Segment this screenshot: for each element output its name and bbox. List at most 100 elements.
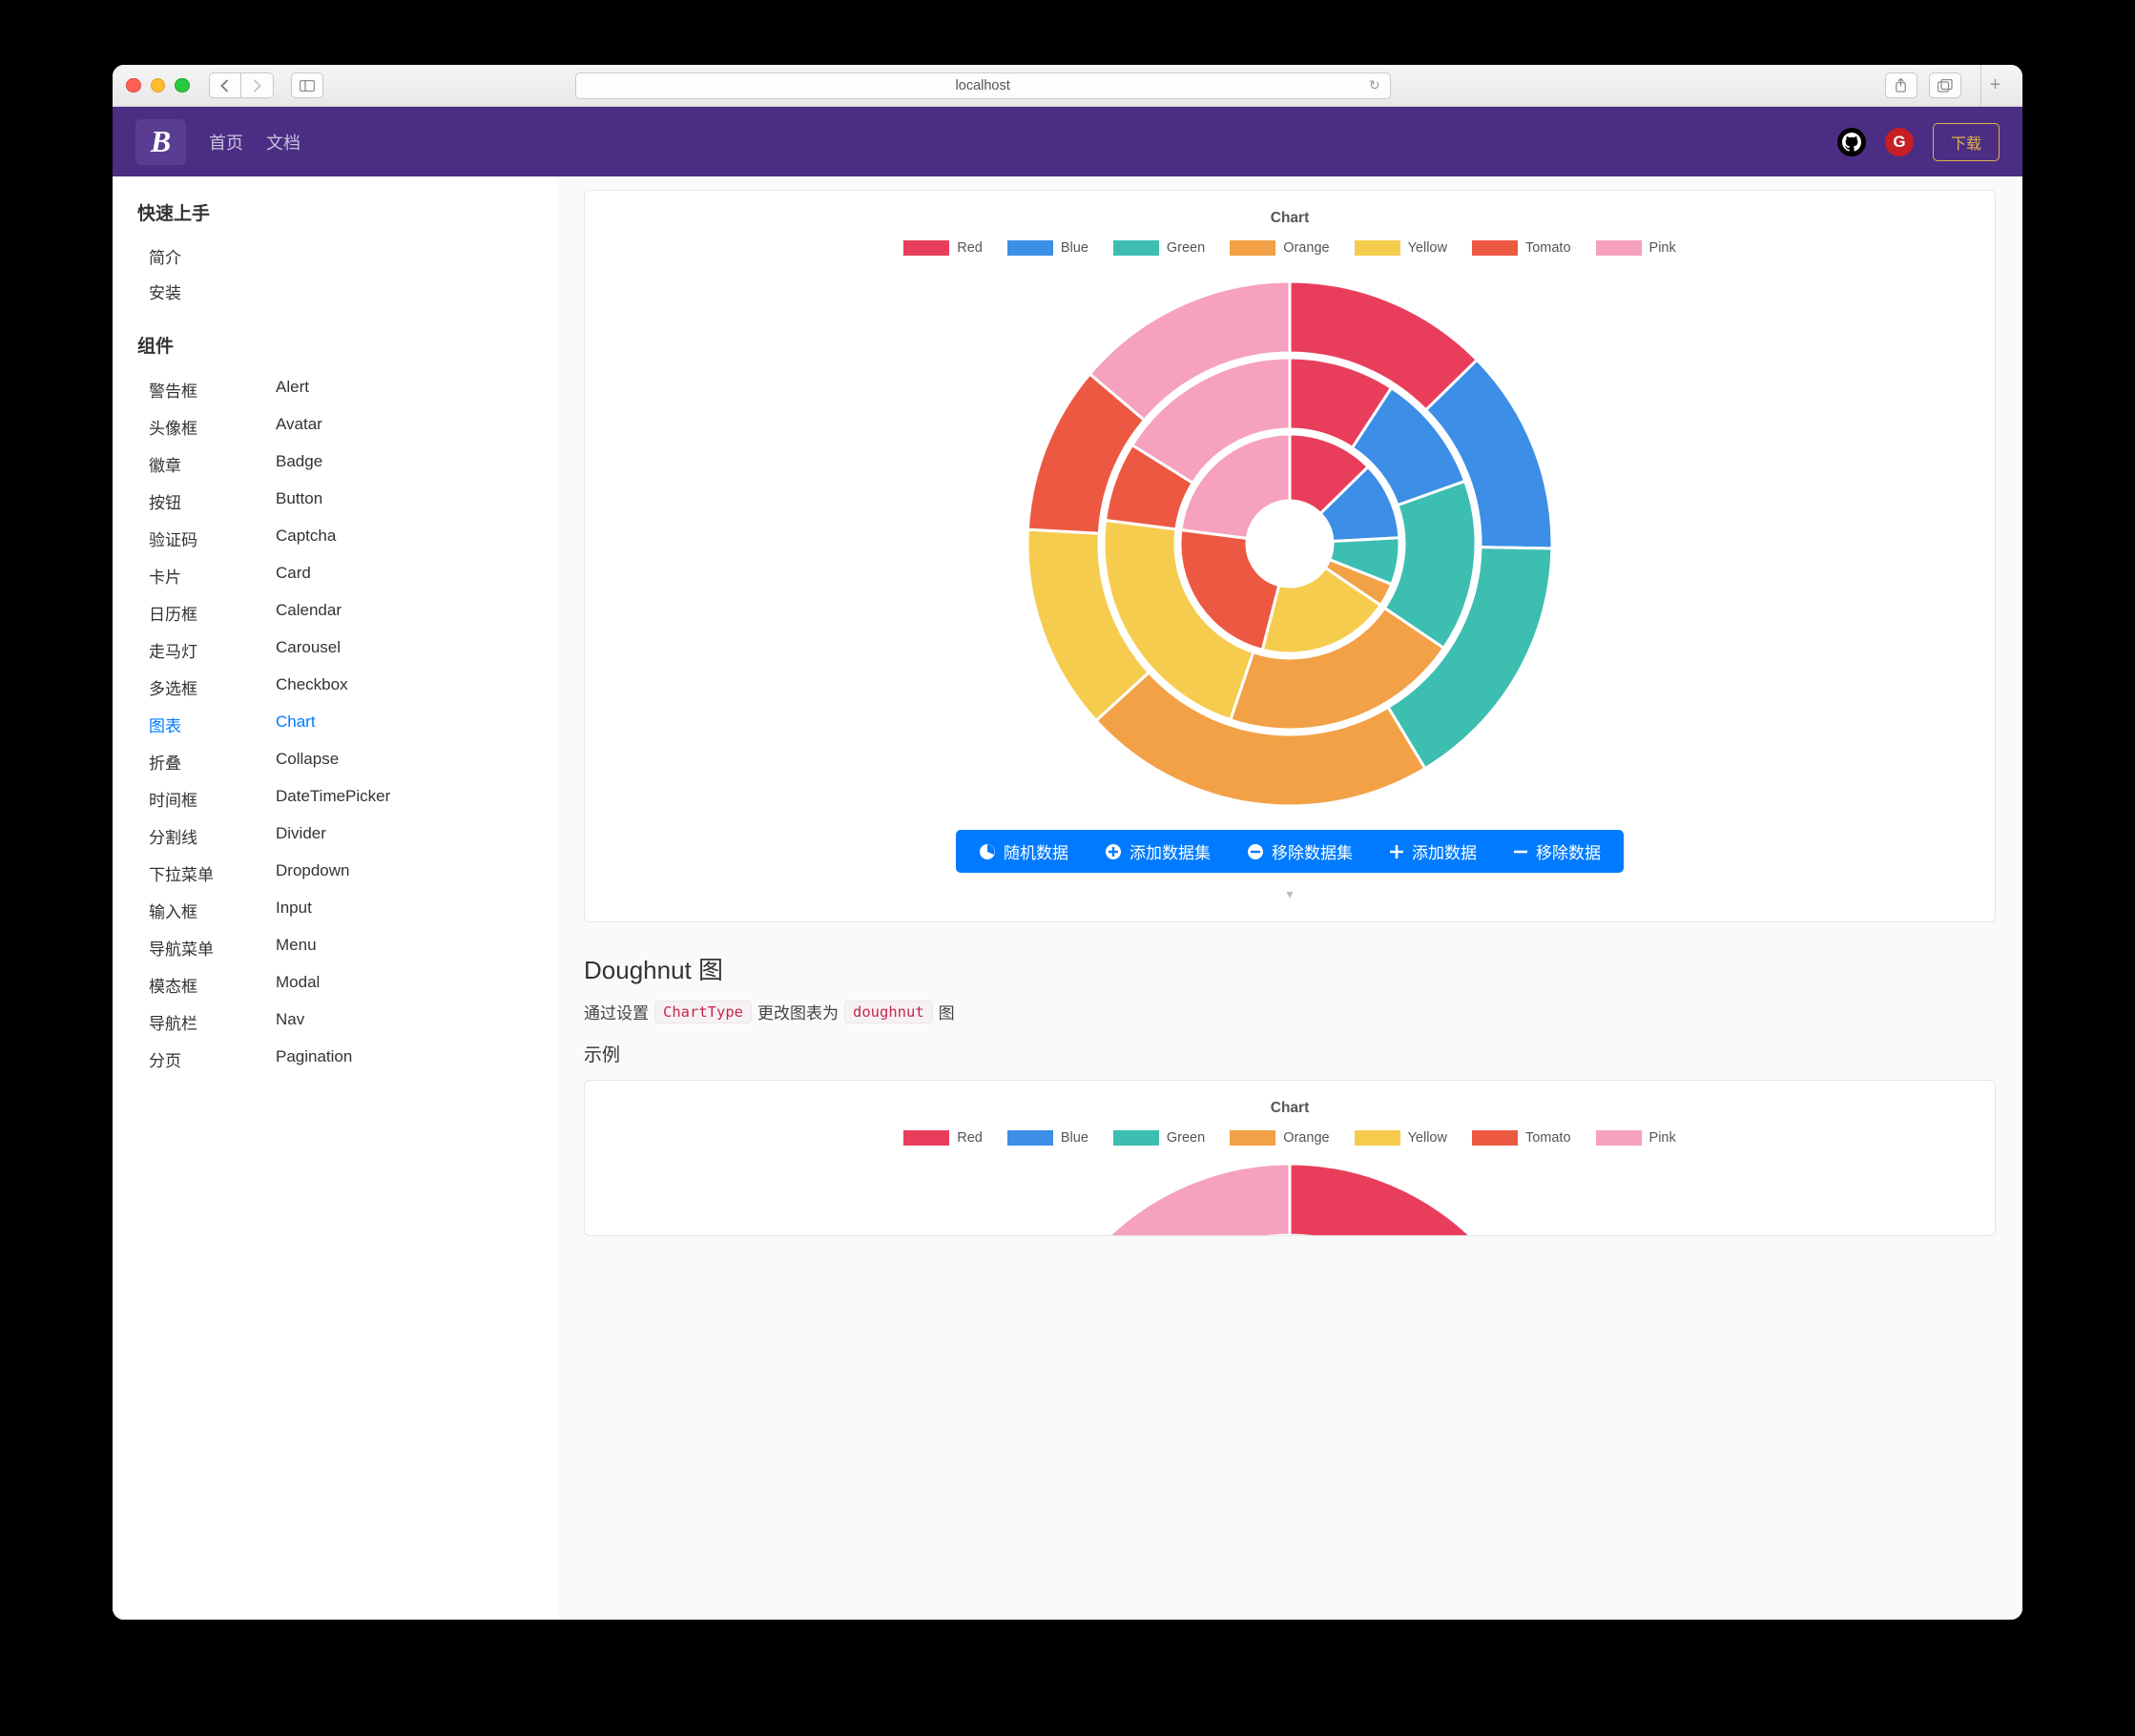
sidebar-item-en: DateTimePicker <box>276 787 390 811</box>
sidebar-item-chart[interactable]: 图表Chart <box>137 706 549 743</box>
sidebar-heading-components: 组件 <box>137 332 549 358</box>
minimize-icon[interactable] <box>151 78 166 93</box>
sidebar-item-cn: 多选框 <box>137 675 276 699</box>
remove-dataset-button[interactable]: 移除数据集 <box>1247 839 1353 863</box>
legend-swatch <box>1472 1130 1518 1146</box>
legend-item[interactable]: Blue <box>1007 240 1088 256</box>
sidebar-item-card[interactable]: 卡片Card <box>137 557 549 594</box>
legend-item[interactable]: Pink <box>1596 240 1676 256</box>
sidebar-item-en: Avatar <box>276 415 322 439</box>
reload-icon[interactable]: ↻ <box>1369 77 1380 93</box>
share-button[interactable] <box>1885 72 1917 98</box>
traffic-lights <box>126 78 190 93</box>
doughnut-description: 通过设置 ChartType 更改图表为 doughnut 图 <box>584 1000 1996 1023</box>
remove-dataset-label: 移除数据集 <box>1272 839 1353 863</box>
sidebar-item-modal[interactable]: 模态框Modal <box>137 966 549 1003</box>
chart-slice <box>1089 1164 1290 1235</box>
download-button[interactable]: 下载 <box>1933 123 2000 161</box>
sidebar-item-nav[interactable]: 导航栏Nav <box>137 1003 549 1041</box>
sidebar-item-en: Alert <box>276 378 309 402</box>
doughnut-heading: Doughnut 图 <box>584 951 1996 986</box>
sidebar-item-captcha[interactable]: 验证码Captcha <box>137 520 549 557</box>
legend-label: Blue <box>1061 1130 1088 1146</box>
sidebar-item-en: Checkbox <box>276 675 348 699</box>
sidebar-item-en: Calendar <box>276 601 342 625</box>
address-bar[interactable]: localhost ↻ <box>575 72 1391 99</box>
sidebar[interactable]: 快速上手 简介安装 组件 警告框Alert头像框Avatar徽章Badge按钮B… <box>113 176 557 1620</box>
sidebar-item-en: Nav <box>276 1010 304 1034</box>
main-content[interactable]: Chart Red Blue Green Orange Yellow Tomato Pink… <box>557 176 2022 1620</box>
sidebar-item[interactable]: 安装 <box>137 274 549 309</box>
sidebar-item-avatar[interactable]: 头像框Avatar <box>137 408 549 445</box>
sidebar-item-button[interactable]: 按钮Button <box>137 483 549 520</box>
legend-item[interactable]: Orange <box>1230 240 1329 256</box>
sidebar-item-alert[interactable]: 警告框Alert <box>137 371 549 408</box>
address-url: localhost <box>956 78 1010 93</box>
doughnut-chart-peek <box>1023 1159 1557 1235</box>
sidebar-item-badge[interactable]: 徽章Badge <box>137 445 549 483</box>
sidebar-item-cn: 卡片 <box>137 564 276 588</box>
legend-swatch <box>1230 1130 1275 1146</box>
sidebar-item-cn: 日历框 <box>137 601 276 625</box>
maximize-icon[interactable] <box>175 78 190 93</box>
github-icon[interactable] <box>1837 128 1866 156</box>
sidebar-item-en: Collapse <box>276 750 339 774</box>
nav-forward-button[interactable] <box>241 72 274 98</box>
legend-item[interactable]: Blue <box>1007 1130 1088 1146</box>
remove-data-button[interactable]: 移除数据 <box>1513 839 1601 863</box>
sidebar-item-dropdown[interactable]: 下拉菜单Dropdown <box>137 855 549 892</box>
sidebar-item-checkbox[interactable]: 多选框Checkbox <box>137 669 549 706</box>
sidebar-item-input[interactable]: 输入框Input <box>137 892 549 929</box>
pie-chart-icon <box>979 843 996 860</box>
tabs-button[interactable] <box>1929 72 1961 98</box>
chevron-down-icon[interactable]: ▾ <box>1286 886 1293 902</box>
desc-text-mid: 更改图表为 <box>757 1000 839 1023</box>
pie-chart <box>1023 277 1557 811</box>
sidebar-item-calendar[interactable]: 日历框Calendar <box>137 594 549 631</box>
sidebar-item-cn: 头像框 <box>137 415 276 439</box>
legend-item[interactable]: Tomato <box>1472 240 1571 256</box>
new-tab-button[interactable]: + <box>1980 65 2009 107</box>
legend-swatch <box>1230 240 1275 256</box>
sidebar-item-cn: 徽章 <box>137 452 276 476</box>
sidebar-item-en: Card <box>276 564 311 588</box>
legend-swatch <box>1007 1130 1053 1146</box>
add-data-button[interactable]: 添加数据 <box>1389 839 1477 863</box>
sidebar-item-divider[interactable]: 分割线Divider <box>137 817 549 855</box>
sidebar-toggle-button[interactable] <box>291 72 323 98</box>
sidebar-item[interactable]: 简介 <box>137 238 549 274</box>
plus-icon <box>1389 844 1404 859</box>
legend-label: Pink <box>1649 240 1676 256</box>
sidebar-item-datetimepicker[interactable]: 时间框DateTimePicker <box>137 780 549 817</box>
random-data-button[interactable]: 随机数据 <box>979 839 1068 863</box>
legend-item[interactable]: Red <box>903 1130 983 1146</box>
nav-back-button[interactable] <box>209 72 241 98</box>
sidebar-item-pagination[interactable]: 分页Pagination <box>137 1041 549 1078</box>
add-dataset-button[interactable]: 添加数据集 <box>1105 839 1211 863</box>
legend-item[interactable]: Pink <box>1596 1130 1676 1146</box>
doughnut-legend: Red Blue Green Orange Yellow Tomato Pink <box>903 1130 1676 1146</box>
browser-window: localhost ↻ + B 首页 文档 G 下载 快速上手 <box>113 65 2022 1620</box>
legend-item[interactable]: Tomato <box>1472 1130 1571 1146</box>
legend-item[interactable]: Green <box>1113 1130 1205 1146</box>
legend-item[interactable]: Green <box>1113 240 1205 256</box>
close-icon[interactable] <box>126 78 141 93</box>
nav-home-link[interactable]: 首页 <box>209 130 243 155</box>
app-logo[interactable]: B <box>135 119 186 165</box>
legend-item[interactable]: Yellow <box>1355 1130 1447 1146</box>
legend-swatch <box>1113 240 1159 256</box>
legend-label: Green <box>1167 1130 1205 1146</box>
legend-item[interactable]: Orange <box>1230 1130 1329 1146</box>
nav-docs-link[interactable]: 文档 <box>266 130 301 155</box>
sidebar-item-collapse[interactable]: 折叠Collapse <box>137 743 549 780</box>
gitee-icon[interactable]: G <box>1885 128 1914 156</box>
sidebar-heading-quickstart: 快速上手 <box>137 199 549 225</box>
remove-data-label: 移除数据 <box>1536 839 1601 863</box>
legend-swatch <box>1472 240 1518 256</box>
sidebar-item-carousel[interactable]: 走马灯Carousel <box>137 631 549 669</box>
legend-item[interactable]: Red <box>903 240 983 256</box>
sidebar-item-menu[interactable]: 导航菜单Menu <box>137 929 549 966</box>
chart-title: Chart <box>1271 210 1309 227</box>
legend-label: Yellow <box>1408 240 1447 256</box>
legend-item[interactable]: Yellow <box>1355 240 1447 256</box>
